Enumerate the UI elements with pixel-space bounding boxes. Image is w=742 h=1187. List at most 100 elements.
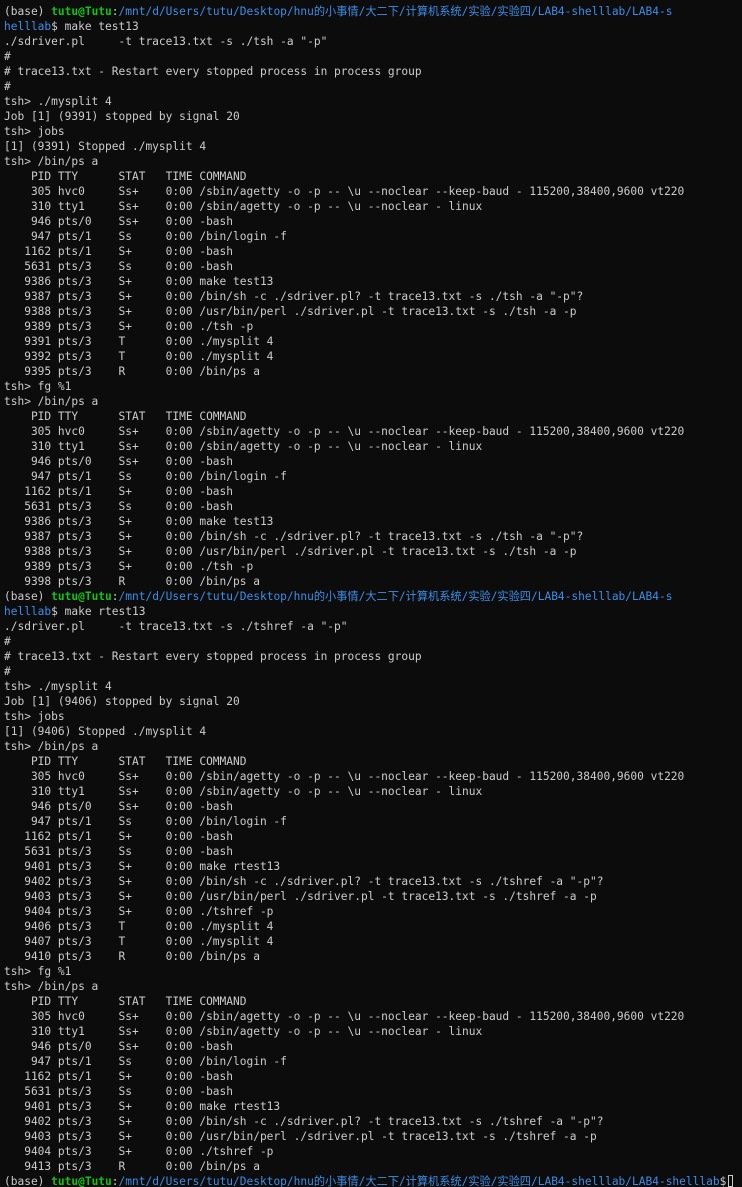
terminal-line: tsh> /bin/ps a xyxy=(4,394,742,409)
terminal-line: 9389 pts/3 S+ 0:00 ./tsh -p xyxy=(4,559,742,574)
terminal-text: 9387 pts/3 S+ 0:00 /bin/sh -c ./sdriver.… xyxy=(4,290,584,303)
terminal-text: 946 pts/0 Ss+ 0:00 -bash xyxy=(4,455,234,468)
terminal-line: 9392 pts/3 T 0:00 ./mysplit 4 xyxy=(4,349,742,364)
terminal-line: 5631 pts/3 Ss 0:00 -bash xyxy=(4,1084,742,1099)
terminal-line: PID TTY STAT TIME COMMAND xyxy=(4,409,742,424)
terminal-line: ./sdriver.pl -t trace13.txt -s ./tsh -a … xyxy=(4,34,742,49)
prompt-path: helllab xyxy=(4,605,52,618)
terminal-line: 310 tty1 Ss+ 0:00 /sbin/agetty -o -p -- … xyxy=(4,784,742,799)
terminal-line: (base) tutu@Tutu:/mnt/d/Users/tutu/Deskt… xyxy=(4,4,742,19)
terminal-text: : xyxy=(111,5,119,18)
terminal-line: tsh> fg %1 xyxy=(4,379,742,394)
terminal-line: 946 pts/0 Ss+ 0:00 -bash xyxy=(4,454,742,469)
terminal-line: 9401 pts/3 S+ 0:00 make rtest13 xyxy=(4,859,742,874)
terminal-text: 9413 pts/3 R 0:00 /bin/ps a xyxy=(4,1160,260,1173)
terminal-text: 9388 pts/3 S+ 0:00 /usr/bin/perl ./sdriv… xyxy=(4,545,577,558)
terminal-line: 9404 pts/3 S+ 0:00 ./tshref -p xyxy=(4,904,742,919)
terminal-line: 9387 pts/3 S+ 0:00 /bin/sh -c ./sdriver.… xyxy=(4,529,742,544)
terminal-text: 9386 pts/3 S+ 0:00 make test13 xyxy=(4,515,274,528)
terminal-text: 5631 pts/3 Ss 0:00 -bash xyxy=(4,845,234,858)
terminal-line: Job [1] (9406) stopped by signal 20 xyxy=(4,694,742,709)
terminal-line: 305 hvc0 Ss+ 0:00 /sbin/agetty -o -p -- … xyxy=(4,1009,742,1024)
terminal-line: PID TTY STAT TIME COMMAND xyxy=(4,754,742,769)
terminal-text: [1] (9391) Stopped ./mysplit 4 xyxy=(4,140,207,153)
terminal-text: 5631 pts/3 Ss 0:00 -bash xyxy=(4,500,234,513)
terminal-line: 9387 pts/3 S+ 0:00 /bin/sh -c ./sdriver.… xyxy=(4,289,742,304)
terminal-line: 9413 pts/3 R 0:00 /bin/ps a xyxy=(4,1159,742,1174)
prompt-path: /mnt/d/Users/tutu/Desktop/hnu的小事情/大二下/计算… xyxy=(118,1175,720,1187)
terminal-line: 9404 pts/3 S+ 0:00 ./tshref -p xyxy=(4,1144,742,1159)
prompt-path: /mnt/d/Users/tutu/Desktop/hnu的小事情/大二下/计算… xyxy=(118,590,673,603)
terminal-text: tsh> ./mysplit 4 xyxy=(4,680,112,693)
terminal-line: tsh> /bin/ps a xyxy=(4,154,742,169)
terminal-text: Job [1] (9391) stopped by signal 20 xyxy=(4,110,240,123)
terminal-line: 310 tty1 Ss+ 0:00 /sbin/agetty -o -p -- … xyxy=(4,1024,742,1039)
terminal-text: tsh> /bin/ps a xyxy=(4,395,99,408)
terminal-text: (base) xyxy=(4,1175,52,1187)
terminal-line: 9389 pts/3 S+ 0:00 ./tsh -p xyxy=(4,319,742,334)
terminal-line: # trace13.txt - Restart every stopped pr… xyxy=(4,649,742,664)
terminal-text: 9387 pts/3 S+ 0:00 /bin/sh -c ./sdriver.… xyxy=(4,530,584,543)
terminal-text: tsh> fg %1 xyxy=(4,380,72,393)
terminal-line: 310 tty1 Ss+ 0:00 /sbin/agetty -o -p -- … xyxy=(4,439,742,454)
prompt-user-host: tutu@Tutu xyxy=(51,1175,112,1187)
terminal-line: 9410 pts/3 R 0:00 /bin/ps a xyxy=(4,949,742,964)
terminal-line: 9395 pts/3 R 0:00 /bin/ps a xyxy=(4,364,742,379)
terminal-text: (base) xyxy=(4,5,52,18)
terminal-line: tsh> /bin/ps a xyxy=(4,979,742,994)
terminal-text: tsh> /bin/ps a xyxy=(4,740,99,753)
terminal-text: PID TTY STAT TIME COMMAND xyxy=(4,995,247,1008)
terminal-text: tsh> jobs xyxy=(4,710,65,723)
terminal-text: 9389 pts/3 S+ 0:00 ./tsh -p xyxy=(4,320,254,333)
terminal-line: 946 pts/0 Ss+ 0:00 -bash xyxy=(4,799,742,814)
terminal-line: 9388 pts/3 S+ 0:00 /usr/bin/perl ./sdriv… xyxy=(4,544,742,559)
terminal-text: $ make rtest13 xyxy=(51,605,146,618)
terminal-line: 5631 pts/3 Ss 0:00 -bash xyxy=(4,259,742,274)
terminal-line: 1162 pts/1 S+ 0:00 -bash xyxy=(4,484,742,499)
terminal-line: PID TTY STAT TIME COMMAND xyxy=(4,169,742,184)
terminal-line: ./sdriver.pl -t trace13.txt -s ./tshref … xyxy=(4,619,742,634)
terminal-text: $ xyxy=(719,1175,727,1187)
terminal-line: 9388 pts/3 S+ 0:00 /usr/bin/perl ./sdriv… xyxy=(4,304,742,319)
terminal-line: tsh> jobs xyxy=(4,709,742,724)
terminal-window[interactable]: (base) tutu@Tutu: /mnt/d/Users/tutu/Deskt… xyxy=(0,0,742,1187)
terminal-text: 305 hvc0 Ss+ 0:00 /sbin/agetty -o -p -- … xyxy=(4,185,685,198)
terminal-text: 9401 pts/3 S+ 0:00 make rtest13 xyxy=(4,1100,281,1113)
terminal-line: # xyxy=(4,49,742,64)
terminal-line: 305 hvc0 Ss+ 0:00 /sbin/agetty -o -p -- … xyxy=(4,184,742,199)
terminal-line: tsh> /bin/ps a xyxy=(4,739,742,754)
terminal-line: 947 pts/1 Ss 0:00 /bin/login -f xyxy=(4,1054,742,1069)
terminal-text: 310 tty1 Ss+ 0:00 /sbin/agetty -o -p -- … xyxy=(4,440,483,453)
terminal-line: # trace13.txt - Restart every stopped pr… xyxy=(4,64,742,79)
terminal-text: 9392 pts/3 T 0:00 ./mysplit 4 xyxy=(4,350,274,363)
terminal-text: 946 pts/0 Ss+ 0:00 -bash xyxy=(4,215,234,228)
terminal-text: tsh> jobs xyxy=(4,125,65,138)
terminal-text: 9404 pts/3 S+ 0:00 ./tshref -p xyxy=(4,1145,274,1158)
terminal-line: 9407 pts/3 T 0:00 ./mysplit 4 xyxy=(4,934,742,949)
terminal-text: 9395 pts/3 R 0:00 /bin/ps a xyxy=(4,365,260,378)
terminal-line: 5631 pts/3 Ss 0:00 -bash xyxy=(4,844,742,859)
terminal-text: 9388 pts/3 S+ 0:00 /usr/bin/perl ./sdriv… xyxy=(4,305,577,318)
terminal-text: # xyxy=(4,80,11,93)
terminal-text: 947 pts/1 Ss 0:00 /bin/login -f xyxy=(4,230,287,243)
terminal-line: 946 pts/0 Ss+ 0:00 -bash xyxy=(4,214,742,229)
terminal-text: tsh> /bin/ps a xyxy=(4,155,99,168)
terminal-text: 310 tty1 Ss+ 0:00 /sbin/agetty -o -p -- … xyxy=(4,785,483,798)
terminal-text: 310 tty1 Ss+ 0:00 /sbin/agetty -o -p -- … xyxy=(4,200,483,213)
terminal-line: 1162 pts/1 S+ 0:00 -bash xyxy=(4,244,742,259)
terminal-text: # trace13.txt - Restart every stopped pr… xyxy=(4,650,422,663)
terminal-line: 9406 pts/3 T 0:00 ./mysplit 4 xyxy=(4,919,742,934)
terminal-line: [1] (9391) Stopped ./mysplit 4 xyxy=(4,139,742,154)
terminal-text: 9401 pts/3 S+ 0:00 make rtest13 xyxy=(4,860,281,873)
terminal-text: 946 pts/0 Ss+ 0:00 -bash xyxy=(4,1040,234,1053)
terminal-line: 946 pts/0 Ss+ 0:00 -bash xyxy=(4,1039,742,1054)
terminal-line: 947 pts/1 Ss 0:00 /bin/login -f xyxy=(4,469,742,484)
terminal-line: tsh> fg %1 xyxy=(4,964,742,979)
terminal-line: # xyxy=(4,79,742,94)
terminal-text: # xyxy=(4,635,11,648)
terminal-text: tsh> ./mysplit 4 xyxy=(4,95,112,108)
terminal-text: $ make test13 xyxy=(51,20,139,33)
terminal-text: 947 pts/1 Ss 0:00 /bin/login -f xyxy=(4,470,287,483)
terminal-text: 1162 pts/1 S+ 0:00 -bash xyxy=(4,830,234,843)
terminal-line: 310 tty1 Ss+ 0:00 /sbin/agetty -o -p -- … xyxy=(4,199,742,214)
